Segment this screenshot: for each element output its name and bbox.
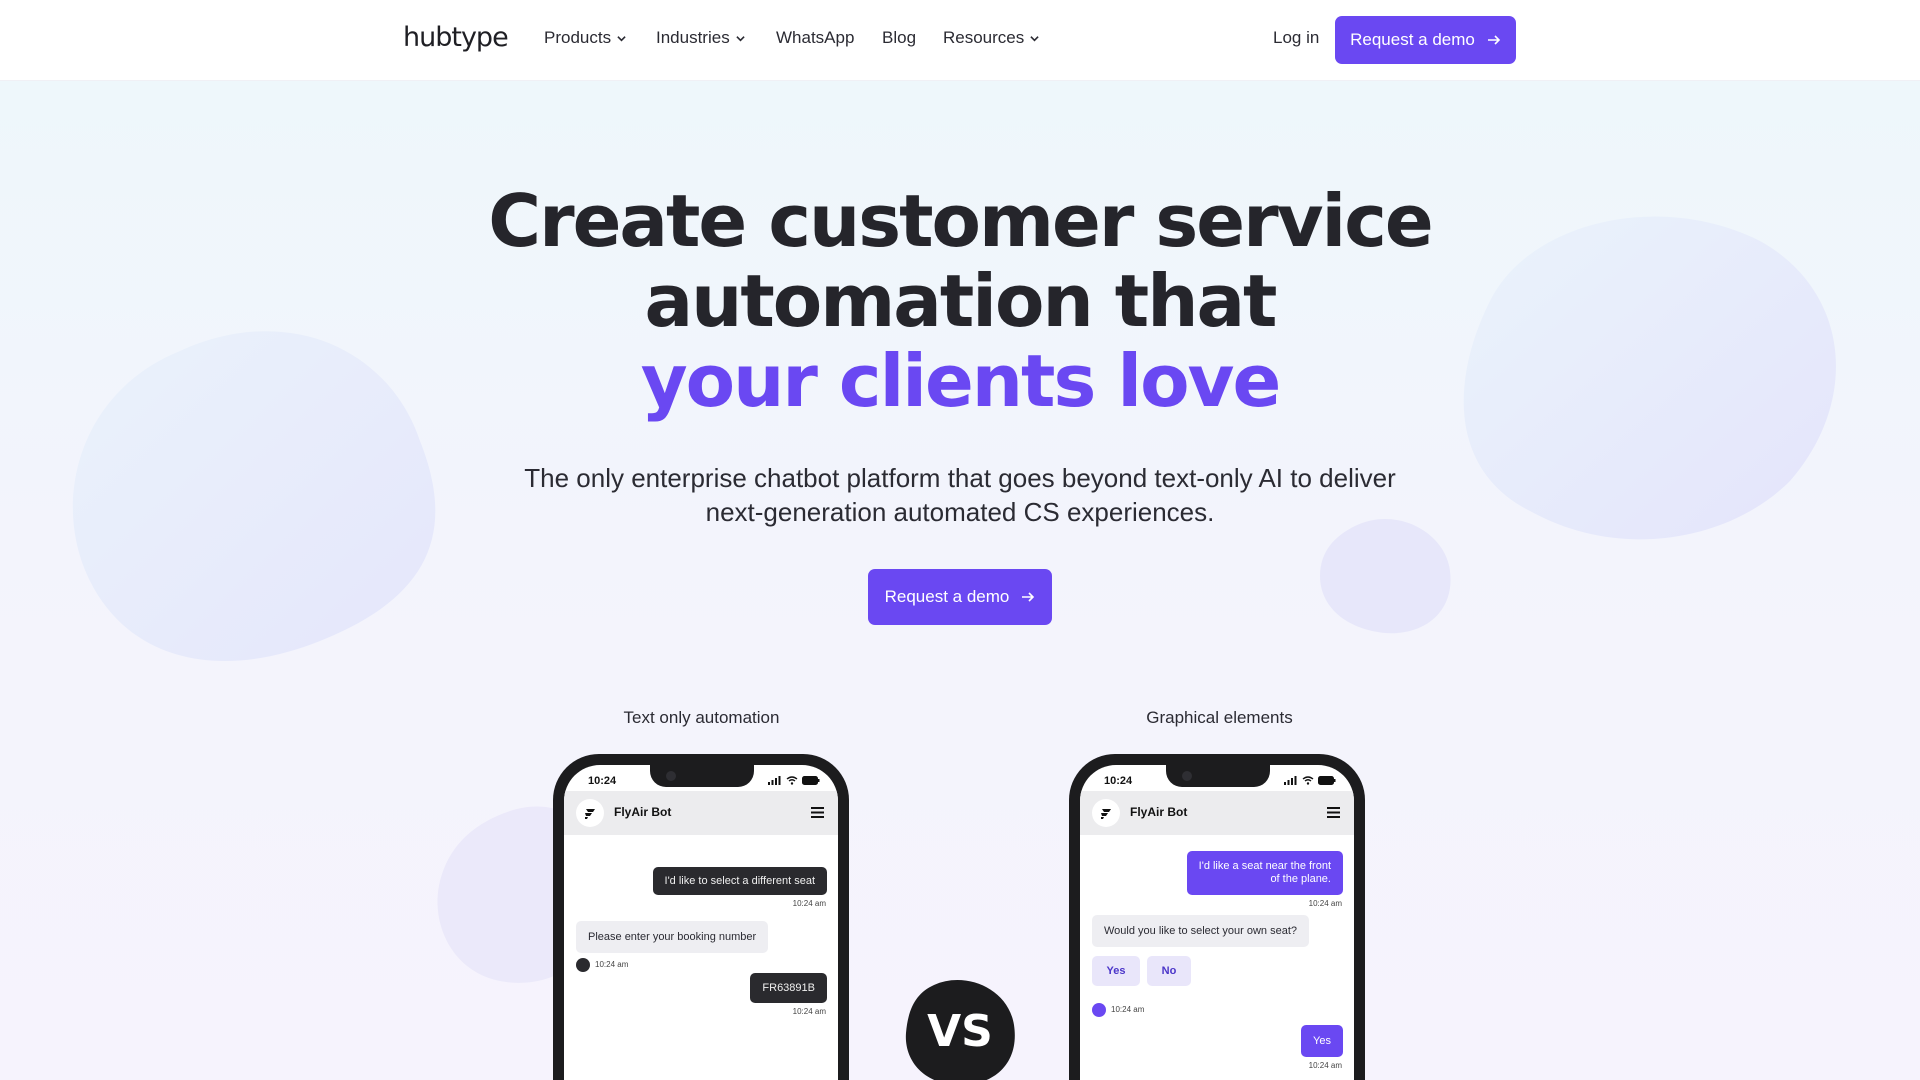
user-message-purple: I'd like a seat near the front of the pl… bbox=[1186, 851, 1343, 895]
hero-request-demo-button[interactable]: Request a demo bbox=[868, 569, 1052, 625]
arrow-right-icon bbox=[1022, 592, 1035, 602]
camera-icon bbox=[1182, 771, 1192, 781]
chat-header: FlyAir Bot bbox=[1080, 791, 1354, 835]
status-time: 10:24 bbox=[1104, 775, 1133, 787]
hubtype-logo[interactable]: hubtype bbox=[403, 22, 509, 53]
message-timestamp: 10:24 am bbox=[1308, 1061, 1342, 1070]
phone-screen: 10:24 FlyAir Bot I'd like a seat near th… bbox=[1080, 765, 1354, 1080]
nav-products-label: Products bbox=[544, 28, 612, 47]
chevron-down-icon bbox=[1030, 35, 1039, 41]
nav-industries-label: Industries bbox=[656, 28, 730, 47]
message-timestamp: 10:24 am bbox=[1308, 899, 1342, 908]
camera-icon bbox=[666, 771, 676, 781]
nav-request-demo-label: Request a demo bbox=[1350, 30, 1475, 49]
battery-icon bbox=[1318, 776, 1336, 785]
battery-icon bbox=[802, 776, 820, 785]
graphical-elements-caption: Graphical elements bbox=[1146, 708, 1293, 727]
hero-subtitle-line-1: The only enterprise chatbot platform tha… bbox=[524, 463, 1396, 493]
user-message-line-2: of the plane. bbox=[1270, 873, 1331, 885]
chat-header: FlyAir Bot bbox=[564, 791, 838, 835]
user-message-line-1: I'd like a seat near the front bbox=[1198, 860, 1331, 872]
nav-resources[interactable]: Resources bbox=[943, 28, 1039, 48]
hero-subtitle-line-2: next-generation automated CS experiences… bbox=[705, 497, 1215, 527]
hero-request-demo-label: Request a demo bbox=[884, 587, 1010, 606]
hamburger-menu-icon[interactable] bbox=[1327, 807, 1340, 818]
chevron-down-icon bbox=[736, 35, 745, 41]
nav-blog-label: Blog bbox=[882, 28, 917, 47]
user-message: I'd like to select a different seat bbox=[652, 867, 827, 895]
hero-title-line-1: Create customer service bbox=[488, 179, 1434, 263]
bot-message: Would you like to select your own seat? bbox=[1092, 915, 1310, 947]
chevron-down-icon bbox=[617, 35, 626, 41]
bot-avatar bbox=[576, 799, 604, 827]
phone-notch bbox=[650, 765, 754, 787]
bot-avatar bbox=[1092, 799, 1120, 827]
wifi-icon bbox=[1302, 776, 1314, 785]
flyair-logo-icon bbox=[1101, 809, 1111, 819]
phone-text-only: 10:24 FlyAir Bot I'd like to select a di… bbox=[553, 754, 849, 1080]
phone-notch bbox=[1166, 765, 1270, 787]
nav-products[interactable]: Products bbox=[544, 28, 626, 48]
message-timestamp: 10:24 am bbox=[792, 1007, 826, 1016]
quick-reply-yes[interactable]: Yes bbox=[1092, 956, 1140, 986]
nav-resources-label: Resources bbox=[943, 28, 1025, 47]
nav-whatsapp[interactable]: WhatsApp bbox=[776, 28, 854, 48]
bot-mini-avatar bbox=[576, 958, 590, 972]
bot-mini-avatar bbox=[1092, 1003, 1106, 1017]
user-message-purple: Yes bbox=[1301, 1025, 1343, 1057]
status-time: 10:24 bbox=[588, 775, 617, 787]
bot-name: FlyAir Bot bbox=[1130, 805, 1188, 819]
phone-screen: 10:24 FlyAir Bot I'd like to select a di… bbox=[564, 765, 838, 1080]
message-timestamp: 10:24 am bbox=[1111, 1005, 1145, 1014]
text-only-caption: Text only automation bbox=[623, 708, 780, 727]
vs-label: VS bbox=[927, 1006, 993, 1057]
decorative-blob-small bbox=[1320, 518, 1451, 634]
user-message: FR63891B bbox=[750, 973, 827, 1003]
arrow-right-icon bbox=[1487, 35, 1501, 45]
status-icons bbox=[768, 776, 820, 785]
bot-message: Please enter your booking number bbox=[576, 921, 769, 953]
bot-name: FlyAir Bot bbox=[614, 805, 672, 819]
message-timestamp: 10:24 am bbox=[792, 899, 826, 908]
hero-title-highlight: your clients love bbox=[640, 339, 1282, 423]
hamburger-menu-icon[interactable] bbox=[811, 807, 824, 818]
phone-graphical: 10:24 FlyAir Bot I'd like a seat near th… bbox=[1069, 754, 1365, 1080]
signal-icon bbox=[1284, 776, 1297, 785]
login-link[interactable]: Log in bbox=[1273, 28, 1319, 48]
nav-whatsapp-label: WhatsApp bbox=[776, 28, 855, 47]
quick-reply-no[interactable]: No bbox=[1147, 956, 1191, 986]
status-icons bbox=[1284, 776, 1336, 785]
wifi-icon bbox=[786, 776, 798, 785]
top-navigation: hubtype Products Industries WhatsApp Blo… bbox=[0, 0, 1920, 81]
flyair-logo-icon bbox=[585, 809, 595, 819]
hero-title-line-2: automation that bbox=[644, 259, 1278, 343]
message-timestamp: 10:24 am bbox=[595, 960, 629, 969]
signal-icon bbox=[768, 776, 781, 785]
nav-blog[interactable]: Blog bbox=[882, 28, 916, 48]
hero-section: Create customer service automation that … bbox=[0, 81, 1920, 1080]
nav-industries[interactable]: Industries bbox=[656, 28, 745, 48]
nav-request-demo-button[interactable]: Request a demo bbox=[1335, 16, 1516, 64]
